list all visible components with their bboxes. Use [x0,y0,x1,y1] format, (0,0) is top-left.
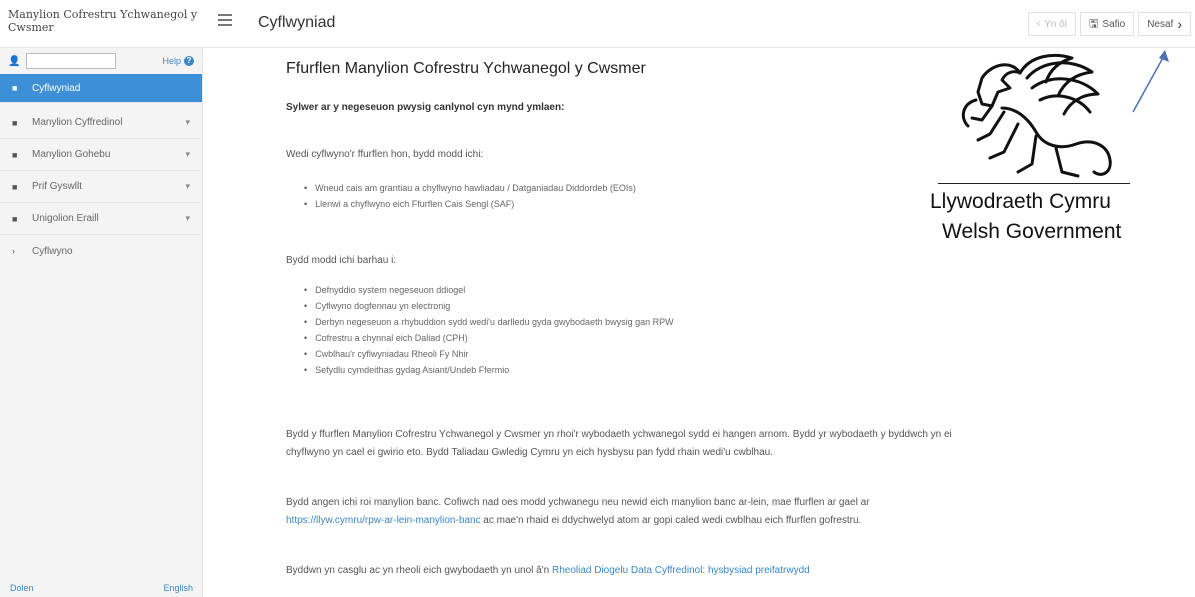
menu-toggle-icon[interactable] [218,14,232,26]
footer-link-left[interactable]: Dolen [10,583,34,593]
file-icon: ■ [12,149,18,160]
page-heading: Cyflwyniad [258,14,336,31]
chevron-down-icon: ▾ [185,117,190,127]
paragraph-1-line-1: Bydd y ffurflen Manylion Cofrestru Ychwa… [286,429,952,440]
form-title: Ffurflen Manylion Cofrestru Ychwanegol y… [286,60,646,77]
privacy-notice-link[interactable]: Rheoliad Diogelu Data Cyffredinol: hysby… [552,565,810,576]
sidebar-item-cyflwyno[interactable]: › Cyflwyno [0,235,202,267]
paragraph-2-line-2: https://llyw.cymru/rpw-ar-lein-manylion-… [286,512,1046,530]
bullet-list-1: Wneud cais am grantiau a chyflwyno hawli… [304,180,636,212]
list-item: Wneud cais am grantiau a chyflwyno hawli… [304,180,636,196]
paragraph-2-line-2-text: ac mae'n rhaid ei ddychwelyd atom ar gop… [480,515,862,526]
toolbar: ‹ Yn ôl 🖫 Safio Nesaf › [1027,12,1191,36]
paragraph-1: Bydd y ffurflen Manylion Cofrestru Ychwa… [286,426,1046,462]
app-title: Manylion Cofrestru Ychwanegol y Cwsmer [8,8,198,34]
sidebar-item-label: Cyflwyniad [32,82,81,94]
bank-details-link[interactable]: https://llyw.cymru/rpw-ar-lein-manylion-… [286,515,481,526]
previous-button[interactable]: ‹ Yn ôl [1027,12,1077,36]
previous-label: Yn ôl [1044,18,1068,30]
list-item: Defnyddio system negeseuon ddiogel [304,282,674,298]
help-icon: ? [184,56,194,66]
sidebar-item-label: Prif Gyswllt [32,181,82,192]
sidebar-item-label: Unigolion Eraill [32,213,99,224]
list-item: Cwblhau'r cyflwyniadau Rheoli Fy Nhir [304,346,674,362]
sidebar-item-unigolion-eraill[interactable]: ■ Unigolion Eraill ▾ [0,203,202,235]
sidebar-item-label: Manylion Cyffredinol [32,117,123,128]
user-icon: 👤 [8,55,21,67]
chevron-down-icon: ▾ [185,181,190,191]
welsh-government-dragon-logo [961,53,1112,178]
sidebar-item-label: Manylion Gohebu [32,149,111,160]
help-link[interactable]: Help ? [162,56,194,66]
save-label: Safio [1102,18,1126,30]
sidebar-item-label: Cyflwyno [32,245,73,257]
file-icon: ■ [12,213,18,224]
help-label: Help [162,56,181,66]
chevron-right-icon: › [12,246,15,256]
bullet-list-2: Defnyddio system negeseuon ddiogel Cyflw… [304,282,674,378]
paragraph-3: Byddwn yn casglu ac yn rheoli eich gwybo… [286,562,1046,580]
list-item: Llenwi a chyflwyno eich Ffurflen Cais Se… [304,196,636,212]
list-item: Derbyn negeseuon a rhybuddion sydd wedi'… [304,314,673,330]
language-toggle-link[interactable]: English [163,583,193,593]
sidebar-item-cyflwyniad[interactable]: ■ Cyflwyniad [0,74,202,103]
list-item: Cyflwyno dogfennau yn electronig [304,298,674,314]
chevron-down-icon: ▾ [185,149,190,159]
paragraph-2: Bydd angen ichi roi manylion banc. Cofiw… [286,494,1046,530]
intro-text-2: Bydd modd ichi barhau i: [286,255,397,266]
paragraph-2-line-1: Bydd angen ichi roi manylion banc. Cofiw… [286,497,870,508]
chevron-right-icon: › [1177,16,1182,32]
important-notice: Sylwer ar y negeseuon pwysig canlynol cy… [286,102,565,113]
file-icon: ■ [12,83,18,93]
list-item: Cofrestru a chynnal eich Daliad (CPH) [304,330,674,346]
paragraph-3-text: Byddwn yn casglu ac yn rheoli eich gwybo… [286,565,552,576]
annotation-arrow-icon [1132,50,1169,113]
user-row: 👤 Help ? [0,48,202,74]
logo-text-english: Welsh Government [942,220,1122,243]
sidebar-item-manylion-cyffredinol[interactable]: ■ Manylion Cyffredinol ▾ [0,107,202,139]
next-label: Nesaf [1147,18,1174,30]
top-bar: Manylion Cofrestru Ychwanegol y Cwsmer C… [0,0,1195,48]
sidebar-item-prif-gyswllt[interactable]: ■ Prif Gyswllt ▾ [0,171,202,203]
sidebar-footer: Dolen English [0,579,203,597]
save-icon: 🖫 [1089,17,1099,30]
chevron-left-icon: ‹ [1036,18,1041,30]
logo-divider [938,183,1130,184]
sidebar-item-manylion-gohebu[interactable]: ■ Manylion Gohebu ▾ [0,139,202,171]
file-icon: ■ [12,181,18,192]
file-icon: ■ [12,117,18,128]
user-field[interactable] [26,53,117,69]
list-item: Sefydlu cymdeithas gydag Asiant/Undeb Ff… [304,362,674,378]
logo-text-welsh: Llywodraeth Cymru [930,190,1111,213]
sidebar: 👤 Help ? ■ Cyflwyniad ■ Manylion Cyffred… [0,48,203,597]
next-button[interactable]: Nesaf › [1138,12,1191,36]
paragraph-1-line-2: chyflwyno yn cael ei gwirio eto. Bydd Ta… [286,447,773,458]
chevron-down-icon: ▾ [185,213,190,223]
save-button[interactable]: 🖫 Safio [1080,12,1135,36]
